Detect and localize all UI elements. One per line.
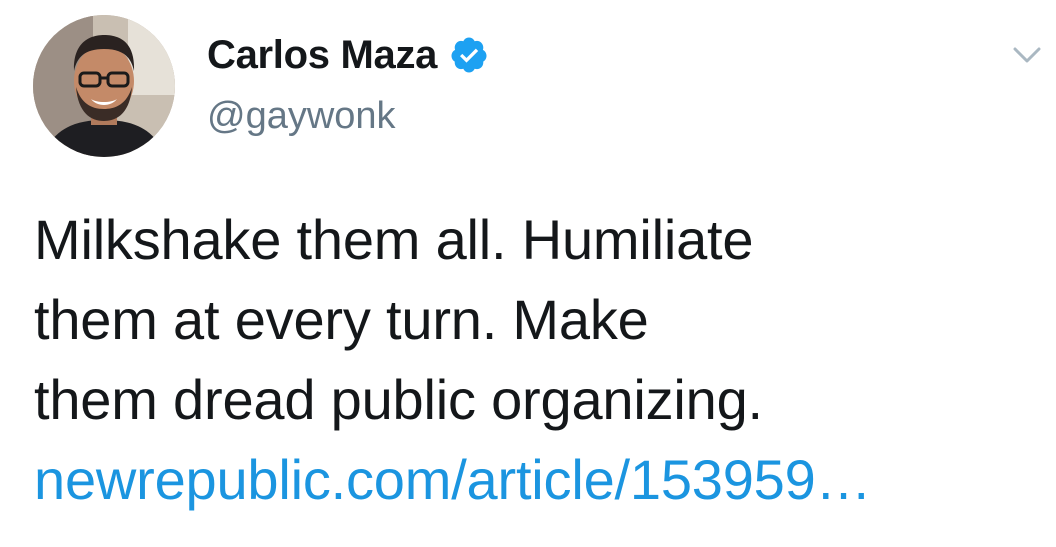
tweet-text-line: Milkshake them all. Humiliate (34, 208, 754, 271)
tweet-text: Milkshake them all. Humiliate them at ev… (34, 200, 1034, 520)
chevron-down-icon[interactable] (1012, 44, 1042, 66)
article-link[interactable]: newrepublic.com/article/153959… (34, 440, 1034, 520)
tweet-text-line: them dread public organizing. (34, 368, 763, 431)
author-handle[interactable]: @gaywonk (207, 95, 396, 138)
avatar[interactable] (33, 15, 175, 157)
tweet-text-line: them at every turn. Make (34, 288, 649, 351)
author-name-row[interactable]: Carlos Maza (207, 30, 489, 80)
tweet-card: Carlos Maza @gaywonk Milkshake them all.… (0, 0, 1056, 547)
verified-badge-icon (449, 35, 489, 75)
author-display-name[interactable]: Carlos Maza (207, 33, 437, 78)
avatar-photo-icon (33, 15, 175, 157)
